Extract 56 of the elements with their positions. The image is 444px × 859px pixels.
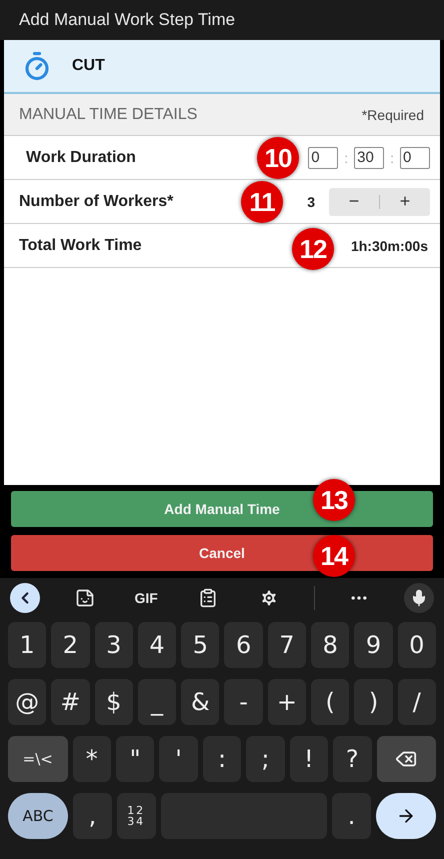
keyboard-key[interactable]: ,: [73, 793, 112, 839]
abc-key[interactable]: ABC: [8, 793, 68, 839]
field-label: Total Work Time: [19, 236, 142, 254]
required-note: *Required: [362, 106, 424, 122]
number-badge: 11: [241, 181, 283, 223]
keyboard-key[interactable]: 5: [181, 622, 220, 668]
keyboard-key[interactable]: *: [72, 736, 111, 782]
increment-button[interactable]: +: [380, 188, 430, 216]
keyboard-key[interactable]: @: [8, 679, 46, 725]
keyboard-key[interactable]: ': [159, 736, 198, 782]
keyboard-key[interactable]: 4: [138, 622, 176, 668]
keyboard-key[interactable]: 2: [51, 622, 90, 668]
field-label: Work Duration: [26, 148, 136, 166]
keyboard-key[interactable]: 7: [268, 622, 306, 668]
keyboard-key[interactable]: !: [290, 736, 328, 782]
keyboard-key[interactable]: ?: [333, 736, 372, 782]
number-badge: 10: [257, 137, 299, 179]
section-title: MANUAL TIME DETAILS: [19, 106, 198, 124]
keyboard-key[interactable]: /: [398, 679, 436, 725]
time-input[interactable]: 0: [400, 146, 430, 168]
decrement-button[interactable]: −: [329, 188, 379, 216]
keyboard-key[interactable]: 8: [311, 622, 350, 668]
field-label: Number of Workers*: [19, 192, 174, 210]
keyboard-key[interactable]: :: [202, 736, 242, 782]
time-input[interactable]: 0: [308, 146, 338, 168]
keyboard-key[interactable]: (: [311, 679, 350, 725]
back-icon[interactable]: [10, 583, 40, 613]
microphone-icon[interactable]: [404, 583, 434, 613]
symbols-key[interactable]: =\<: [8, 736, 68, 782]
backspace-key[interactable]: [376, 736, 436, 782]
enter-key[interactable]: [376, 793, 436, 839]
keyboard-key[interactable]: ): [354, 679, 393, 725]
keyboard-key[interactable]: $: [94, 679, 133, 725]
worker-count: 3: [307, 194, 315, 210]
keyboard-key[interactable]: .: [332, 793, 371, 839]
keyboard-key[interactable]: 9: [354, 622, 393, 668]
keyboard-key[interactable]: -: [224, 679, 263, 725]
keyboard-key[interactable]: _: [138, 679, 176, 725]
keyboard-key[interactable]: +: [268, 679, 306, 725]
keyboard-key[interactable]: &: [181, 679, 220, 725]
keyboard-key[interactable]: 1: [8, 622, 46, 668]
keyboard-key[interactable]: ": [116, 736, 154, 782]
separator: :: [344, 150, 348, 166]
keyboard-key[interactable]: 0: [398, 622, 436, 668]
total-value: 1h:30m:00s: [350, 238, 428, 254]
window-title: Add Manual Work Step Time: [19, 10, 236, 30]
keyboard-key[interactable]: #: [51, 679, 90, 725]
time-input[interactable]: 30: [354, 146, 384, 168]
separator: :: [390, 150, 394, 166]
keyboard-key[interactable]: 6: [224, 622, 263, 668]
gif-button[interactable]: GIF: [129, 583, 164, 613]
number-badge: 12: [292, 228, 334, 270]
numpad-key[interactable]: 12 34: [116, 793, 156, 839]
step-name: CUT: [72, 57, 105, 75]
keyboard-key[interactable]: ;: [246, 736, 285, 782]
keyboard-key[interactable]: 3: [94, 622, 133, 668]
